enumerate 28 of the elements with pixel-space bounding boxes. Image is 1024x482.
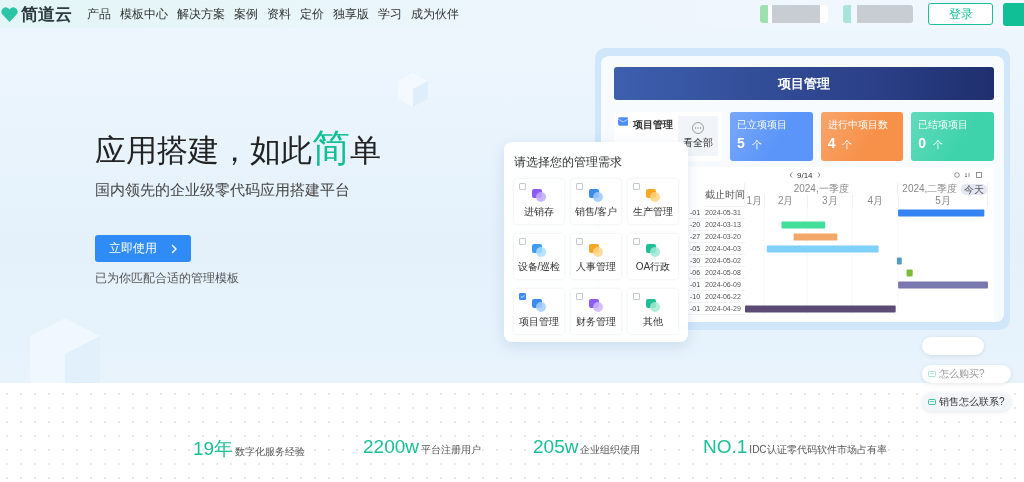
stat-value: 0 个 <box>918 135 945 152</box>
stat-caption: 平台注册用户 <box>421 443 481 457</box>
quarter-header: 2024,二季度 <box>902 183 958 196</box>
month-header: 1月 <box>745 195 765 207</box>
stat-number: 2200w <box>363 436 419 458</box>
page-indicator: 9/14 <box>797 170 813 180</box>
stat-caption: 数字化服务经验 <box>235 445 306 459</box>
stat-label: 已立项项目 <box>737 118 788 132</box>
stat-value: 5 个 <box>737 135 763 152</box>
dashboard-title: 项目管理 <box>614 67 994 100</box>
stat-caption: 企业组织使用 <box>580 443 641 457</box>
stat-number: 19年 <box>193 437 234 461</box>
month-header: 4月 <box>852 195 899 207</box>
column-header: 截止时间 <box>705 187 745 202</box>
stat-label: 进行中项目数 <box>827 118 889 132</box>
stat-label: 已结项项目 <box>918 118 970 132</box>
quarter-header: 2024,一季度 <box>793 183 849 196</box>
stat-number: NO.1 <box>703 436 748 458</box>
month-header: 5月 <box>898 195 988 207</box>
stat-caption: IDC认证零代码软件市场占有率 <box>749 443 887 457</box>
month-header: 2月 <box>764 195 808 207</box>
hero-title: 应用搭建，如此简单 <box>95 128 381 171</box>
app-name: 项目管理 <box>633 118 674 132</box>
month-header: 3月 <box>807 195 853 207</box>
stat-value: 4 个 <box>827 135 854 152</box>
stat-number: 205w <box>533 436 579 458</box>
hero-subtitle: 国内领先的企业级零代码应用搭建平台 <box>95 181 350 200</box>
hero-note: 已为你匹配合适的管理模板 <box>95 270 239 287</box>
